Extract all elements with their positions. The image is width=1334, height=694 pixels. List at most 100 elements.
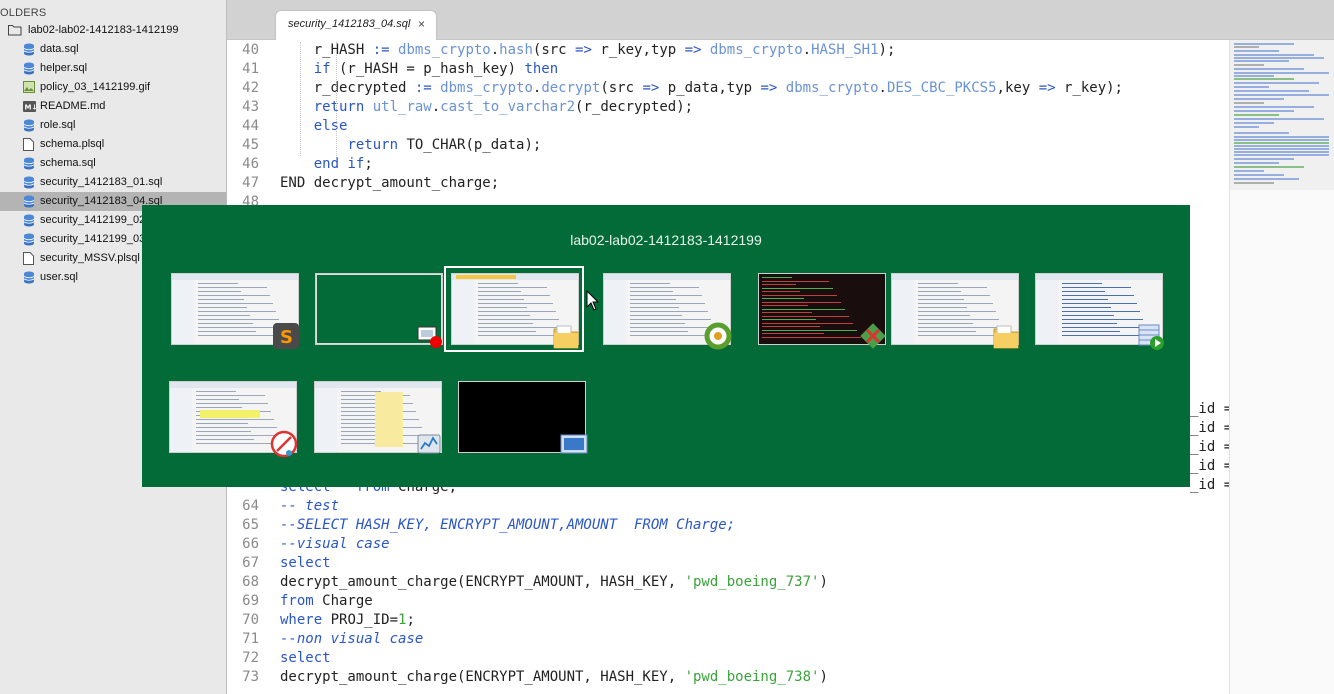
sidebar-file-label: security_1412183_01.sql: [40, 176, 163, 188]
minimap[interactable]: [1229, 40, 1334, 694]
switcher-title: lab02-lab02-1412183-1412199: [570, 232, 762, 248]
minimap-line: [1234, 122, 1274, 124]
database-icon: [23, 195, 35, 208]
code-line[interactable]: 66 --visual case: [227, 535, 1229, 554]
switcher-window-thumbnail[interactable]: [603, 273, 732, 350]
minimap-line: [1234, 78, 1294, 80]
code-text: r_decrypted := dbms_crypto.decrypt(src =…: [280, 80, 1123, 96]
code-line[interactable]: 44 else: [227, 117, 1229, 136]
switcher-window-thumbnail[interactable]: [315, 273, 443, 348]
sidebar-file-label: helper.sql: [40, 62, 88, 74]
switcher-window-thumbnail[interactable]: [1035, 273, 1164, 350]
minimap-line: [1234, 43, 1294, 45]
code-line[interactable]: 72 select: [227, 649, 1229, 668]
indent-guide: [336, 42, 338, 156]
indent-guide: [300, 42, 302, 156]
code-line[interactable]: 67 select: [227, 554, 1229, 573]
sidebar-file-item[interactable]: schema.sql: [0, 154, 226, 173]
minimap-line: [1234, 174, 1284, 176]
switcher-window-thumbnail[interactable]: [169, 381, 298, 458]
code-line[interactable]: 71 --non visual case: [227, 630, 1229, 649]
minimap-line: [1234, 110, 1294, 112]
minimap-line: [1234, 98, 1284, 100]
minimap-line: [1234, 75, 1274, 77]
switcher-window-thumbnail[interactable]: [444, 266, 584, 352]
switcher-window-thumbnail[interactable]: [758, 273, 886, 349]
code-line[interactable]: 69 from Charge: [227, 592, 1229, 611]
minimap-line: [1234, 158, 1294, 160]
folder-icon: [551, 321, 581, 351]
sql-icon: [1135, 321, 1165, 351]
code-line[interactable]: 43 return utl_raw.cast_to_varchar2(r_dec…: [227, 98, 1229, 117]
code-text: select: [280, 555, 331, 571]
code-line[interactable]: 64 -- test: [227, 497, 1229, 516]
sidebar-file-label: schema.sql: [40, 157, 96, 169]
line-number: 69: [242, 593, 259, 609]
line-number: 44: [242, 118, 259, 134]
minimap-line: [1234, 162, 1279, 164]
code-text: decrypt_amount_charge(ENCRYPT_AMOUNT, HA…: [280, 574, 828, 590]
switcher-window-thumbnail[interactable]: [458, 381, 588, 454]
line-number: 43: [242, 99, 259, 115]
code-line[interactable]: 73 decrypt_amount_charge(ENCRYPT_AMOUNT, …: [227, 668, 1229, 687]
sidebar-file-item[interactable]: role.sql: [0, 116, 226, 135]
sidebar-file-label: security_MSSV.plsql: [40, 252, 140, 264]
tab-security-1412183-04[interactable]: security_1412183_04.sql ×: [275, 10, 437, 40]
folder-root[interactable]: lab02-lab02-1412183-1412199: [0, 21, 226, 40]
code-text: decrypt_amount_charge(ENCRYPT_AMOUNT, HA…: [280, 669, 828, 685]
switcher-window-thumbnail[interactable]: [891, 273, 1019, 349]
sidebar-file-item[interactable]: schema.plsql: [0, 135, 226, 154]
sidebar-file-item[interactable]: helper.sql: [0, 59, 226, 78]
code-line[interactable]: 40 r_HASH := dbms_crypto.hash(src => r_k…: [227, 41, 1229, 60]
code-text: return utl_raw.cast_to_varchar2(r_decryp…: [313, 99, 694, 115]
minimap-line: [1234, 170, 1264, 172]
sidebar-file-item[interactable]: M↓README.md: [0, 97, 226, 116]
svg-text:M↓: M↓: [25, 104, 37, 112]
line-number: 47: [242, 175, 259, 191]
line-number: 73: [242, 669, 259, 685]
minimap-line: [1234, 166, 1304, 168]
code-line[interactable]: 46 end if;: [227, 155, 1229, 174]
scissors-icon: [269, 429, 299, 459]
browser-icon: [703, 321, 733, 351]
line-number: 70: [242, 612, 259, 628]
markdown-icon: M↓: [23, 100, 37, 113]
code-line[interactable]: 68 decrypt_amount_charge(ENCRYPT_AMOUNT, …: [227, 573, 1229, 592]
minimap-line: [1234, 178, 1299, 180]
sidebar-file-item[interactable]: policy_03_1412199.gif: [0, 78, 226, 97]
minimap-line: [1234, 82, 1319, 84]
code-line[interactable]: 70 where PROJ_ID=1;: [227, 611, 1229, 630]
minimap-line: [1234, 142, 1329, 144]
minimap-line: [1234, 139, 1329, 141]
code-line[interactable]: 42 r_decrypted := dbms_crypto.decrypt(sr…: [227, 79, 1229, 98]
line-number: 45: [242, 137, 259, 153]
close-icon[interactable]: ×: [418, 17, 425, 31]
code-text: where PROJ_ID=1;: [280, 612, 415, 628]
switcher-window-thumbnail[interactable]: S: [171, 273, 299, 349]
code-line[interactable]: 47 END decrypt_amount_charge;: [227, 174, 1229, 193]
line-number: 67: [242, 555, 259, 571]
minimap-line: [1234, 114, 1279, 116]
sidebar-file-label: user.sql: [40, 271, 78, 283]
code-line[interactable]: 45 return TO_CHAR(p_data);: [227, 136, 1229, 155]
partial-code-text: _id =: [1190, 477, 1229, 493]
mouse-cursor-icon: [586, 290, 600, 311]
svg-text:S: S: [280, 327, 293, 348]
code-text: return TO_CHAR(p_data);: [347, 137, 542, 153]
minimap-line: [1234, 86, 1269, 88]
image-icon: [23, 81, 35, 94]
code-line[interactable]: 65 --SELECT HASH_KEY, ENCRYPT_AMOUNT,AMOU…: [227, 516, 1229, 535]
sidebar-file-label: data.sql: [40, 43, 79, 55]
sidebar-file-item[interactable]: data.sql: [0, 40, 226, 59]
database-icon: [23, 271, 35, 284]
line-number: 41: [242, 61, 259, 77]
sidebar-file-item[interactable]: security_1412183_01.sql: [0, 173, 226, 192]
minimap-line: [1234, 72, 1329, 74]
sidebar-file-label: schema.plsql: [40, 138, 105, 150]
sidebar-file-label: security_1412199_03: [40, 233, 146, 245]
switcher-window-thumbnail[interactable]: [314, 381, 442, 454]
database-icon: [23, 214, 35, 227]
line-number: 40: [242, 42, 259, 58]
code-text: --SELECT HASH_KEY, ENCRYPT_AMOUNT,AMOUNT…: [280, 517, 736, 533]
code-line[interactable]: 41 if (r_HASH = p_hash_key) then: [227, 60, 1229, 79]
